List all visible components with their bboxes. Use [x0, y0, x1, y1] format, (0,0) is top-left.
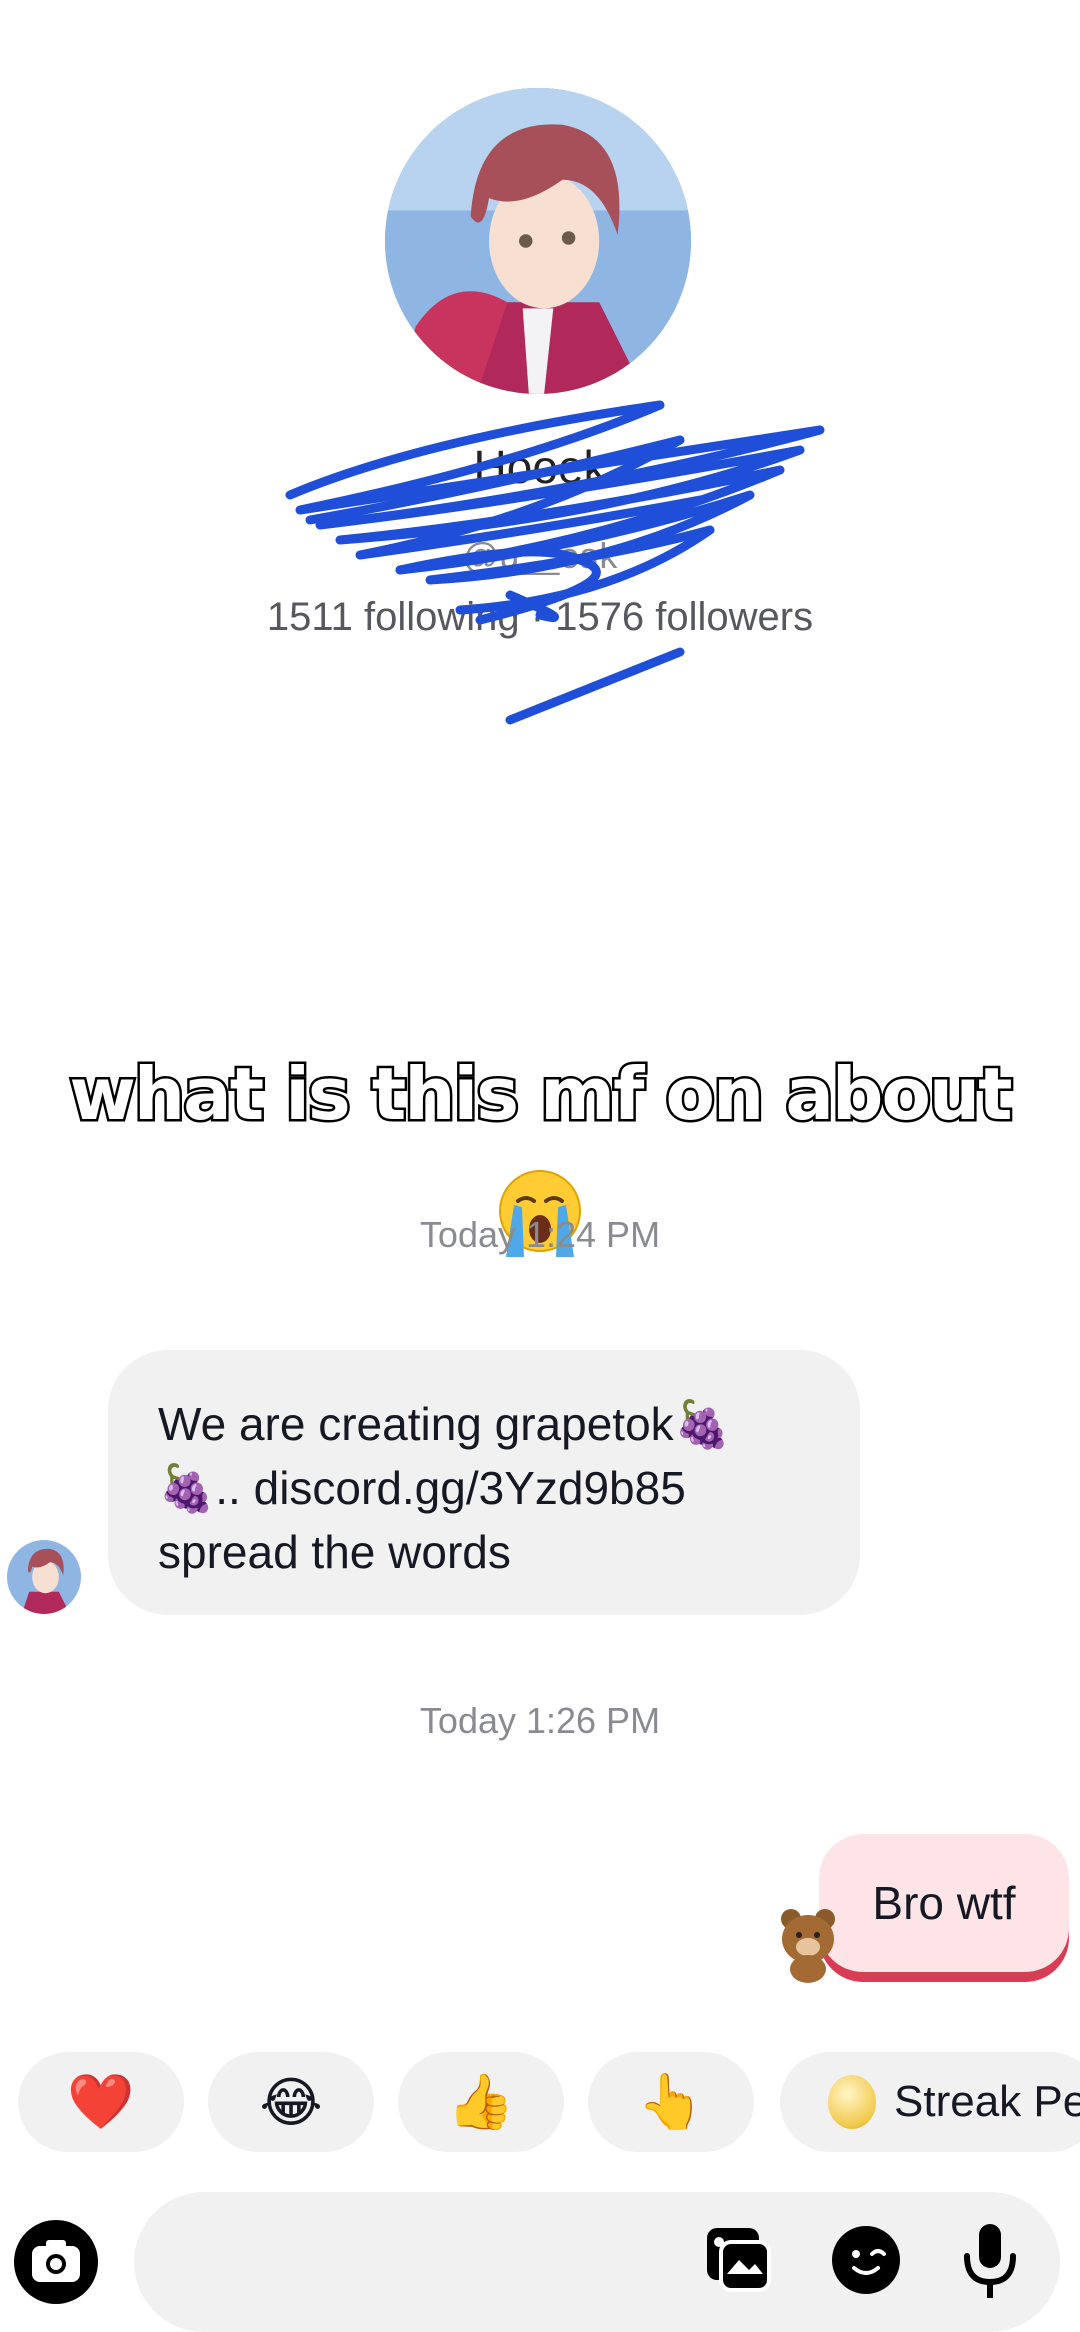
message-input[interactable]	[134, 2192, 1060, 2332]
streak-pet-label: Streak Pet	[894, 2077, 1080, 2126]
emoji-icon[interactable]	[830, 2224, 902, 2296]
camera-button[interactable]	[14, 2220, 98, 2304]
profile-avatar[interactable]	[385, 88, 691, 394]
thumbs-up-icon: 👍	[447, 2071, 515, 2132]
profile-display-name: Hooek	[473, 441, 607, 493]
quick-reaction-heart[interactable]: ❤️	[18, 2052, 184, 2152]
bear-sticker-icon	[775, 1905, 843, 1985]
laughing-icon: 😂	[259, 2072, 323, 2133]
gallery-icon[interactable]	[703, 2224, 773, 2294]
sender-avatar[interactable]	[7, 1540, 81, 1614]
point-up-icon: 👆	[637, 2071, 705, 2132]
streak-pet-egg-icon	[828, 2075, 876, 2129]
message-timestamp: Today 1:24 PM	[419, 1214, 661, 1255]
incoming-message-bubble[interactable]: We are creating grapetok🍇🍇.. discord.gg/…	[108, 1350, 860, 1615]
mic-icon[interactable]	[955, 2222, 1025, 2302]
camera-icon	[32, 2240, 80, 2282]
message-timestamp: Today 1:26 PM	[419, 1700, 661, 1741]
outgoing-message[interactable]: Bro wtf	[815, 1834, 1071, 1986]
anime-avatar-image	[385, 88, 691, 394]
profile-username: @u__eak	[462, 535, 618, 576]
outgoing-message-bubble[interactable]: Bro wtf	[819, 1834, 1069, 1972]
heart-icon: ❤️	[67, 2071, 135, 2132]
quick-reaction-point-up[interactable]: 👆	[588, 2052, 754, 2152]
video-caption: what is this mf on about	[67, 1050, 1015, 1139]
streak-pet-chip[interactable]: Streak Pet	[780, 2052, 1080, 2152]
quick-reaction-thumbs-up[interactable]: 👍	[398, 2052, 564, 2152]
quick-reaction-laugh[interactable]: 😂	[208, 2052, 374, 2152]
profile-follow-stats: 1511 following · 1576 followers	[266, 595, 814, 639]
